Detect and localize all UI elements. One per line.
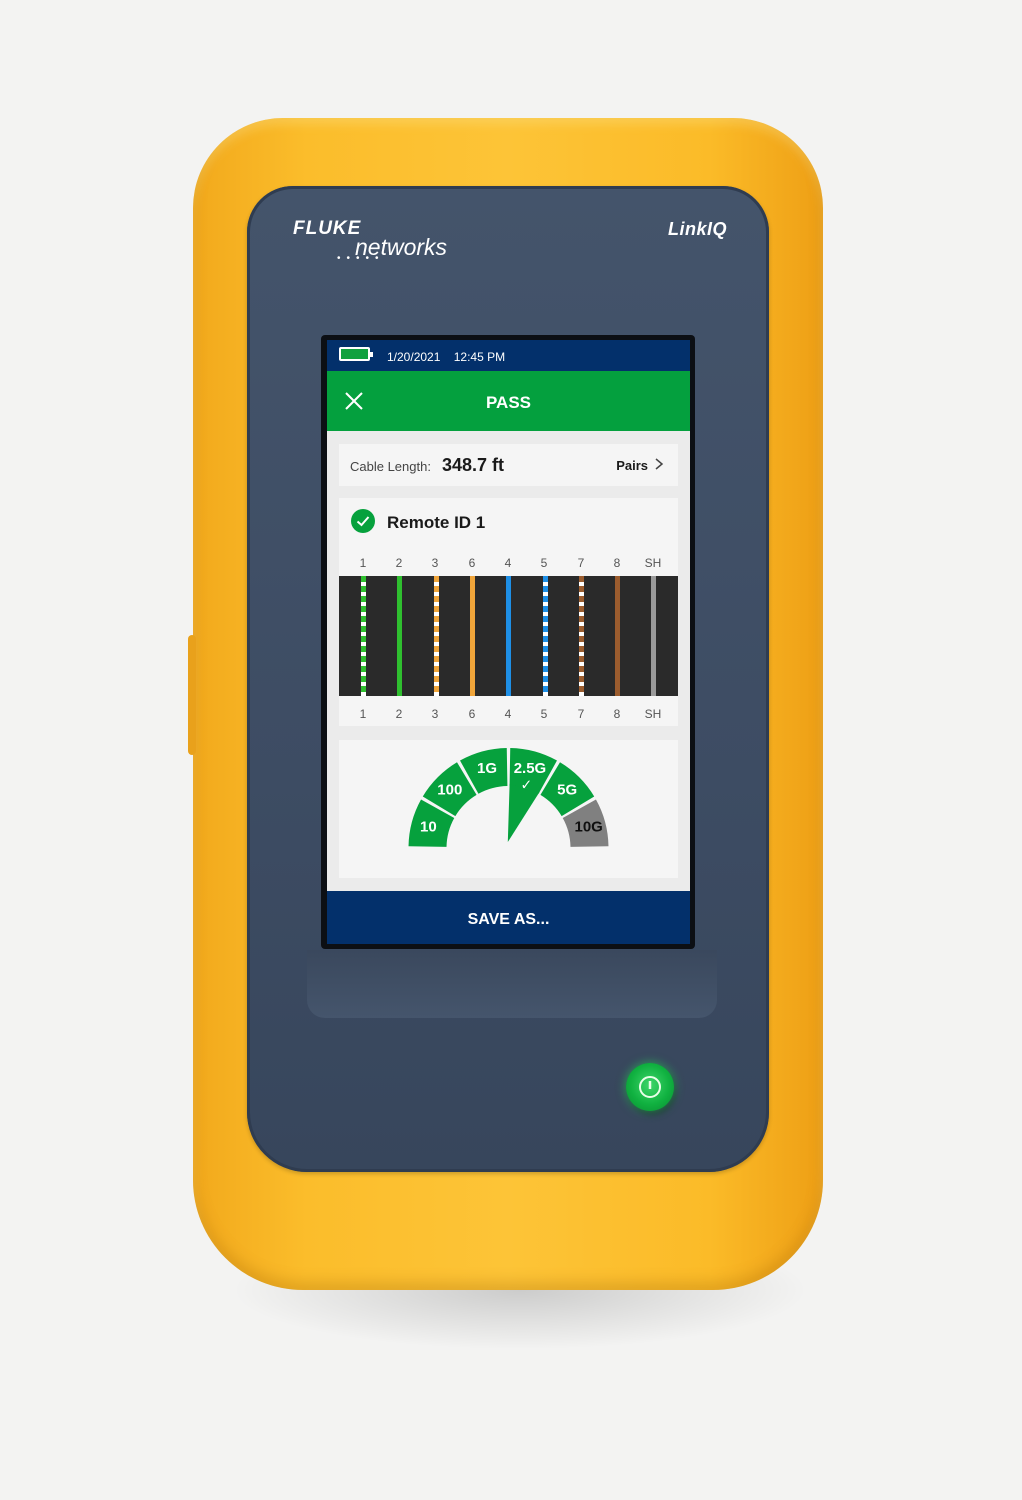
- wire-pin-7: [578, 576, 584, 696]
- status-bar: 1/20/2021 12:45 PM: [327, 340, 690, 371]
- pin-label: 8: [613, 556, 621, 570]
- pin-label: SH: [644, 556, 662, 570]
- wire-pin-6: [469, 576, 475, 696]
- wire-pin-1: [361, 576, 366, 696]
- pairs-link[interactable]: Pairs: [616, 458, 648, 473]
- power-icon: [639, 1076, 661, 1098]
- pin-label: SH: [644, 707, 662, 721]
- lower-bezel-panel: [307, 950, 717, 1018]
- wiremap-card: Remote ID 1 1 2 3 6 4 5 7 8 SH 1 2 3 6 4…: [339, 498, 678, 726]
- wire-pin-2: [397, 576, 403, 696]
- remote-id-label: Remote ID 1: [387, 513, 486, 532]
- pin-label: 1: [359, 556, 367, 570]
- touch-screen: 1/20/2021 12:45 PM PASS Cable Length: 34…: [327, 340, 690, 944]
- pin-label: 6: [468, 707, 476, 721]
- pin-label: 1: [359, 707, 367, 721]
- result-title: PASS: [485, 393, 532, 412]
- pin-labels-bottom: 1 2 3 6 4 5 7 8 SH: [339, 707, 678, 721]
- speed-gauge: 10 100 1G 2.5G 5G 10G ✓: [408, 748, 609, 847]
- pin-label: 8: [613, 707, 621, 721]
- gauge-label: 5G: [557, 781, 577, 798]
- gauge-label: 10G: [574, 819, 602, 836]
- wire-pin-3: [433, 576, 439, 696]
- pin-label: 2: [395, 707, 403, 721]
- cable-length-card[interactable]: Cable Length: 348.7 ft Pairs: [339, 444, 678, 486]
- status-time: 12:45 PM: [453, 350, 506, 364]
- result-banner: PASS: [327, 371, 690, 431]
- gauge-label: 10: [420, 819, 437, 836]
- gauge-check-icon: ✓: [520, 777, 532, 793]
- gauge-label: 1G: [477, 760, 497, 777]
- pin-label: 7: [577, 707, 585, 721]
- pin-label: 5: [540, 707, 548, 721]
- wire-pin-5: [542, 576, 548, 696]
- power-button[interactable]: [626, 1063, 674, 1111]
- pin-label: 2: [395, 556, 403, 570]
- chevron-right-icon[interactable]: [654, 457, 664, 471]
- pin-label: 3: [431, 556, 439, 570]
- pin-label: 4: [504, 556, 512, 570]
- check-circle-icon: [351, 509, 375, 533]
- save-as-label: SAVE AS...: [467, 911, 550, 928]
- date-time: 1/20/2021 12:45 PM: [387, 350, 515, 364]
- save-as-button[interactable]: SAVE AS...: [327, 891, 690, 944]
- wire-pin-sh: [651, 576, 657, 696]
- pin-label: 5: [540, 556, 548, 570]
- pin-label: 6: [468, 556, 476, 570]
- pin-label: 7: [577, 556, 585, 570]
- battery-full-icon: [339, 347, 373, 361]
- pin-label: 3: [431, 707, 439, 721]
- gauge-label: 2.5G: [514, 760, 547, 777]
- model-name: LinkIQ: [668, 219, 728, 239]
- wire-pin-8: [615, 576, 621, 696]
- pin-label: 4: [504, 707, 512, 721]
- wiremap-diagram: [339, 576, 678, 696]
- side-button[interactable]: [188, 635, 196, 755]
- speed-gauge-card: 10 100 1G 2.5G 5G 10G ✓: [339, 740, 678, 878]
- cable-length-label: Cable Length:: [350, 459, 431, 474]
- brand-dots: •••••: [337, 253, 385, 264]
- wire-pin-4: [506, 576, 512, 696]
- gauge-label: 100: [437, 781, 462, 798]
- status-date: 1/20/2021: [387, 350, 441, 364]
- pin-labels-top: 1 2 3 6 4 5 7 8 SH: [339, 556, 678, 570]
- cable-length-value: 348.7 ft: [442, 455, 505, 475]
